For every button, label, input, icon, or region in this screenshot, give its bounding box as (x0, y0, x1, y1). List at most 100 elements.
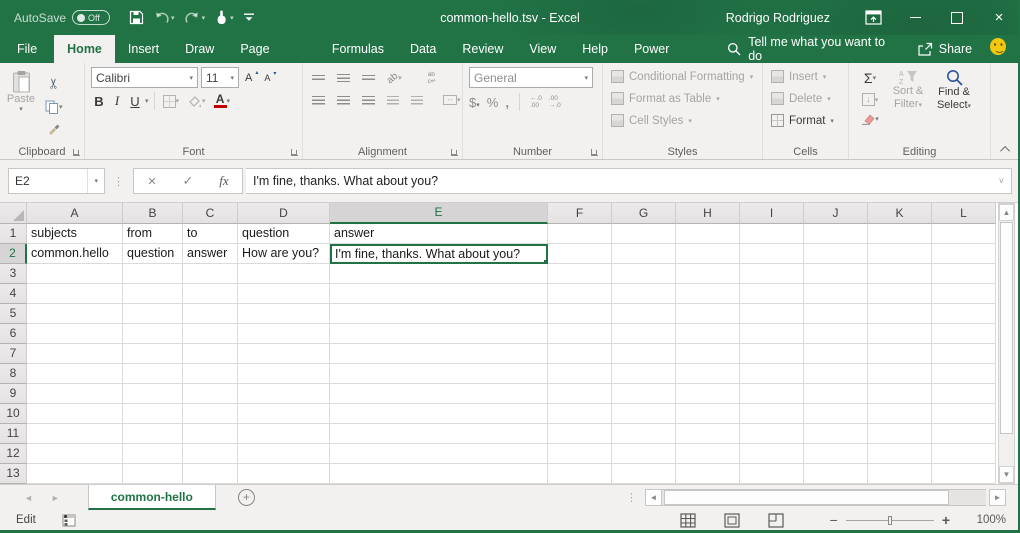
cell-I2[interactable] (740, 244, 804, 264)
prev-sheet-icon[interactable]: ◄ (24, 493, 33, 503)
clipboard-dialog-launcher-icon[interactable] (73, 149, 80, 156)
currency-dropdown-icon[interactable]: ▾ (476, 102, 480, 109)
cell-D2[interactable]: How are you? (238, 244, 330, 264)
tab-draw[interactable]: Draw (172, 35, 227, 63)
cell-A12[interactable] (27, 444, 123, 464)
cell-F4[interactable] (548, 284, 612, 304)
normal-view-button[interactable] (680, 513, 696, 528)
touch-mode-dropdown-icon[interactable]: ▾ (230, 14, 234, 22)
cut-button[interactable]: ✂ (42, 73, 66, 94)
cell-L13[interactable] (932, 464, 996, 484)
increase-font-size-button[interactable]: A▴ (242, 70, 258, 86)
cell-D4[interactable] (238, 284, 330, 304)
customize-qat-button[interactable] (241, 11, 257, 24)
tab-formulas[interactable]: Formulas (319, 35, 397, 63)
cell-L6[interactable] (932, 324, 996, 344)
cell-A3[interactable] (27, 264, 123, 284)
align-middle-button[interactable] (334, 72, 353, 84)
cell-E3[interactable] (330, 264, 548, 284)
fill-handle[interactable] (543, 259, 548, 264)
fill-button[interactable]: ↓▾ (855, 91, 885, 108)
formula-bar-handle-icon[interactable]: ⋮ (105, 175, 133, 188)
cell-K4[interactable] (868, 284, 932, 304)
cell-C2[interactable]: answer (183, 244, 238, 264)
cell-I3[interactable] (740, 264, 804, 284)
cell-C3[interactable] (183, 264, 238, 284)
cell-A7[interactable] (27, 344, 123, 364)
col-header-I[interactable]: I (740, 203, 804, 224)
font-dialog-launcher-icon[interactable] (291, 149, 298, 156)
cell-D8[interactable] (238, 364, 330, 384)
select-all-button[interactable] (0, 203, 27, 224)
cell-C7[interactable] (183, 344, 238, 364)
cell-H5[interactable] (676, 304, 740, 324)
merge-center-dropdown-icon[interactable]: ▾ (457, 96, 461, 104)
cell-K8[interactable] (868, 364, 932, 384)
cell-A1[interactable]: subjects (27, 224, 123, 244)
cell-B5[interactable] (123, 304, 183, 324)
cell-styles-button[interactable]: Cell Styles▾ (611, 111, 762, 130)
cell-K5[interactable] (868, 304, 932, 324)
tab-data[interactable]: Data (397, 35, 449, 63)
scroll-down-icon[interactable]: ▼ (999, 466, 1014, 483)
cell-I7[interactable] (740, 344, 804, 364)
row-header-13[interactable]: 13 (0, 464, 27, 484)
cell-F9[interactable] (548, 384, 612, 404)
new-sheet-button[interactable]: + (238, 489, 255, 506)
cell-G1[interactable] (612, 224, 676, 244)
cell-B12[interactable] (123, 444, 183, 464)
cell-G13[interactable] (612, 464, 676, 484)
cell-C10[interactable] (183, 404, 238, 424)
vertical-scrollbar[interactable]: ▲ ▼ (998, 203, 1015, 484)
scroll-right-icon[interactable]: ► (989, 489, 1006, 506)
cell-G11[interactable] (612, 424, 676, 444)
row-header-4[interactable]: 4 (0, 284, 27, 304)
cell-F12[interactable] (548, 444, 612, 464)
align-top-button[interactable] (309, 73, 328, 84)
align-left-button[interactable] (309, 94, 328, 107)
cell-I4[interactable] (740, 284, 804, 304)
format-painter-button[interactable] (42, 120, 66, 137)
cell-F7[interactable] (548, 344, 612, 364)
cell-B7[interactable] (123, 344, 183, 364)
cell-K2[interactable] (868, 244, 932, 264)
cell-J1[interactable] (804, 224, 868, 244)
font-color-button[interactable]: A▾ (211, 92, 234, 110)
feedback-smiley-icon[interactable] (990, 38, 1006, 55)
cell-G7[interactable] (612, 344, 676, 364)
col-header-L[interactable]: L (932, 203, 996, 224)
cell-E8[interactable] (330, 364, 548, 384)
cell-H7[interactable] (676, 344, 740, 364)
page-break-preview-button[interactable] (768, 513, 784, 528)
cancel-entry-button[interactable]: × (134, 173, 170, 190)
col-header-H[interactable]: H (676, 203, 740, 224)
cell-D3[interactable] (238, 264, 330, 284)
decrease-decimal-button[interactable]: .00→.0 (549, 95, 561, 109)
cell-D5[interactable] (238, 304, 330, 324)
align-bottom-button[interactable] (359, 73, 378, 84)
autosum-button[interactable]: Σ▾ (855, 68, 885, 88)
tell-me-search[interactable]: Tell me what you want to do (715, 35, 903, 63)
tab-power-pivot[interactable]: Power Pivot (621, 35, 709, 63)
row-header-10[interactable]: 10 (0, 404, 27, 424)
zoom-level[interactable]: 100% (966, 514, 1006, 526)
copy-dropdown-icon[interactable]: ▾ (59, 103, 63, 111)
cell-A5[interactable] (27, 304, 123, 324)
collapse-ribbon-icon[interactable] (1000, 146, 1010, 156)
col-header-D[interactable]: D (238, 203, 330, 224)
cell-I8[interactable] (740, 364, 804, 384)
cell-A9[interactable] (27, 384, 123, 404)
conditional-formatting-button[interactable]: Conditional Formatting▾ (611, 67, 762, 86)
copy-button[interactable]: ▾ (42, 98, 66, 116)
row-header-9[interactable]: 9 (0, 384, 27, 404)
maximize-button[interactable] (936, 0, 978, 35)
cell-G9[interactable] (612, 384, 676, 404)
cell-D9[interactable] (238, 384, 330, 404)
row-header-8[interactable]: 8 (0, 364, 27, 384)
cell-E6[interactable] (330, 324, 548, 344)
autosave-toggle[interactable]: AutoSave Off (14, 10, 110, 25)
wrap-text-button[interactable]: abc↵ (425, 69, 440, 87)
cell-L1[interactable] (932, 224, 996, 244)
cell-C12[interactable] (183, 444, 238, 464)
font-size-dropdown-icon[interactable]: ▾ (230, 74, 234, 82)
